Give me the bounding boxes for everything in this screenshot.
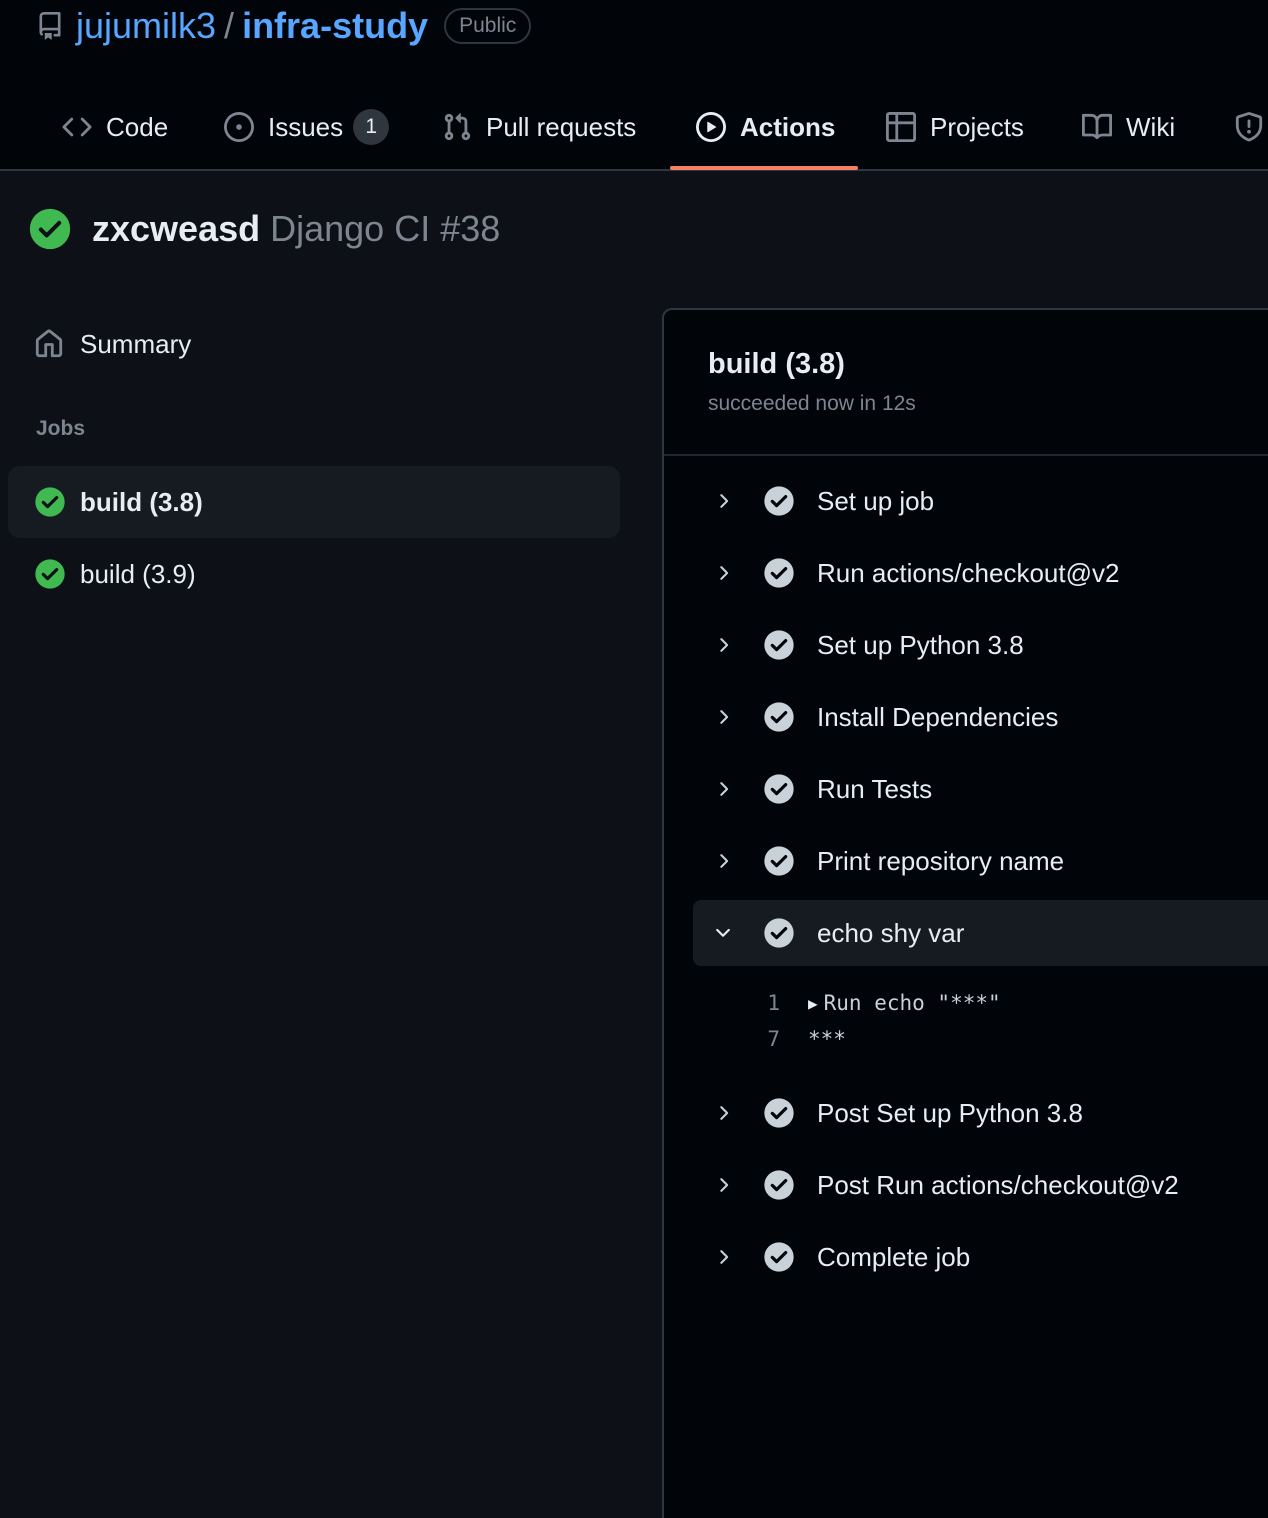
chevron-right-icon [711,1101,735,1125]
job-step[interactable]: Set up job [693,468,1268,534]
check-circle-icon [764,1170,794,1200]
visibility-badge: Public [444,8,532,44]
tab-code[interactable]: Code [62,84,168,170]
job-step[interactable]: Post Set up Python 3.8 [693,1080,1268,1146]
shield-icon [1234,112,1264,142]
chevron-right-icon [711,561,735,585]
repo-name-link[interactable]: infra-study [242,5,428,47]
run-title: zxcweasd Django CI #38 [28,206,500,252]
check-circle-icon [764,918,794,948]
git-pull-request-icon [442,112,472,142]
success-check-icon [35,559,65,589]
job-item-build-3-8[interactable]: build (3.8) [8,466,620,538]
job-step-label: Post Set up Python 3.8 [817,1097,1083,1128]
repo-owner-link[interactable]: jujumilk3 [76,5,216,47]
chevron-right-icon [711,849,735,873]
chevron-right-icon [711,777,735,801]
run-workflow-name: Django CI #38 [270,208,501,249]
home-icon [35,329,63,358]
repo-breadcrumb: jujumilk3 / infra-study Public [36,4,532,48]
job-item-build-3-9[interactable]: build (3.9) [8,538,620,610]
check-circle-icon [764,1098,794,1128]
tab-actions-label: Actions [740,111,836,142]
code-icon [62,112,92,142]
job-step[interactable]: Set up Python 3.8 [693,612,1268,678]
tab-projects[interactable]: Projects [886,84,1024,170]
chevron-right-icon [711,489,735,513]
job-step[interactable]: Complete job [693,1224,1268,1290]
job-step[interactable]: Install Dependencies [693,684,1268,750]
check-circle-icon [764,774,794,804]
chevron-down-icon [711,921,735,945]
job-step-label: Print repository name [817,845,1065,876]
tab-issues-label: Issues [268,111,344,142]
play-icon [696,112,726,142]
check-circle-icon [764,630,794,660]
tab-security[interactable] [1234,84,1268,170]
issues-count-badge: 1 [353,109,390,145]
check-circle-icon [764,702,794,732]
check-circle-icon [764,558,794,588]
job-step-label: Install Dependencies [817,701,1059,732]
job-step-label: Run Tests [817,773,933,804]
check-circle-icon [764,1242,794,1272]
issue-opened-icon [224,112,254,142]
chevron-right-icon [711,1173,735,1197]
tab-pull-requests-label: Pull requests [486,111,637,142]
job-label: build (3.8) [80,486,203,517]
job-label: build (3.9) [80,558,196,589]
repo-icon [36,12,64,40]
chevron-right-icon [711,705,735,729]
tab-wiki-label: Wiki [1126,111,1176,142]
job-step-label: Set up job [817,485,935,516]
sidebar-summary-link[interactable]: Summary [34,322,191,366]
check-circle-icon [764,846,794,876]
job-title: build (3.8) [708,348,845,380]
run-commit-message: zxcweasd [92,208,261,249]
repo-header: jujumilk3 / infra-study Public Code Issu… [0,0,1268,171]
job-status-text: succeeded now in 12s [708,392,916,415]
tab-issues[interactable]: Issues 1 [224,84,390,170]
table-icon [886,112,916,142]
job-step-label: Set up Python 3.8 [817,629,1024,660]
tab-code-label: Code [106,111,169,142]
job-step[interactable]: Post Run actions/checkout@v2 [693,1152,1268,1218]
chevron-right-icon [711,633,735,657]
success-check-icon [29,208,71,250]
job-step-label: echo shy var [817,917,965,948]
job-step-label: Post Run actions/checkout@v2 [817,1169,1179,1200]
job-step[interactable]: Run Tests [693,756,1268,822]
jobs-heading: Jobs [36,417,86,440]
book-icon [1082,112,1112,142]
selected-tab-underline [670,166,858,170]
log-line-number: 7 [767,1027,780,1051]
success-check-icon [35,487,65,517]
repo-nav-tabs: Code Issues 1 Pull requests Actions Proj… [0,84,1268,170]
chevron-right-icon [711,1245,735,1269]
job-step-label: Complete job [817,1241,971,1272]
tab-wiki[interactable]: Wiki [1082,84,1175,170]
job-step-label: Run actions/checkout@v2 [817,557,1120,588]
job-step[interactable]: Run actions/checkout@v2 [693,540,1268,606]
check-circle-icon [764,486,794,516]
log-line-number: 1 [767,991,780,1015]
log-line-content: *** [808,1027,846,1051]
job-step[interactable]: echo shy var [693,900,1268,966]
triangle-right-icon[interactable]: ▶ [808,994,818,1013]
sidebar-summary-label: Summary [80,328,192,359]
log-line-content: Run echo "***" [823,991,1001,1015]
log-line-text: ▶ Run echo "***" [808,991,1001,1015]
repo-separator: / [224,5,235,46]
tab-actions[interactable]: Actions [696,84,835,170]
tab-projects-label: Projects [930,111,1024,142]
job-panel-header: build (3.8) succeeded now in 12s [664,310,1268,456]
job-step[interactable]: Print repository name [693,828,1268,894]
tab-pull-requests[interactable]: Pull requests [442,84,636,170]
